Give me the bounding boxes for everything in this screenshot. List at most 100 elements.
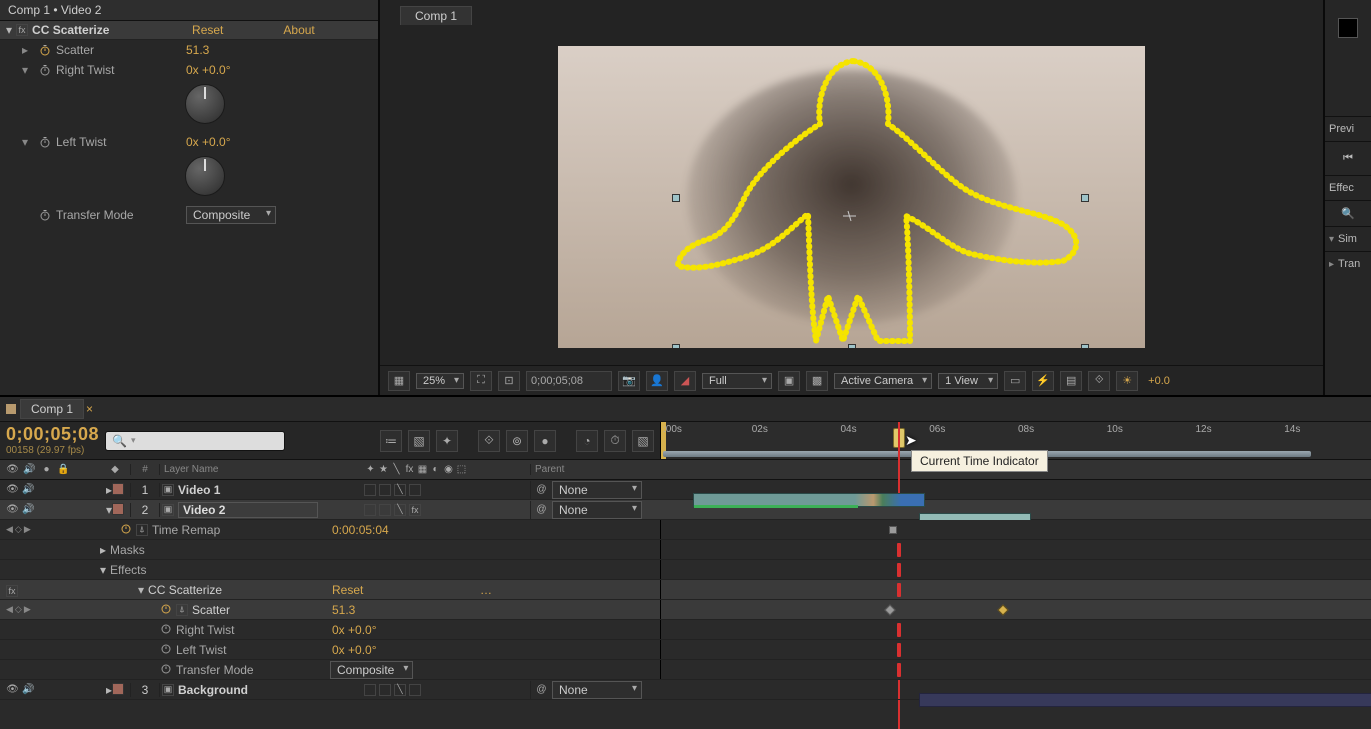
- roi-icon[interactable]: ▣: [778, 371, 800, 391]
- timeline-icon[interactable]: ▤: [1060, 371, 1082, 391]
- layer-duration-bar[interactable]: [693, 493, 925, 507]
- solo-toggle[interactable]: [38, 503, 51, 516]
- twirl-closed-icon[interactable]: ▸: [22, 43, 34, 57]
- layer-row-3[interactable]: 👁 🔊 ▸ 3 ▣Background ╲ @ None: [0, 680, 1371, 700]
- masks-row[interactable]: ▸ Masks: [0, 540, 1371, 560]
- parent-dropdown[interactable]: None: [552, 681, 642, 699]
- label-column-icon[interactable]: ◆: [109, 463, 122, 476]
- left-twist-prop-row[interactable]: Left Twist 0x +0.0°: [0, 640, 1371, 660]
- fx-enabled-icon[interactable]: fx: [6, 585, 18, 597]
- number-column-header[interactable]: #: [130, 464, 160, 475]
- effect-name[interactable]: CC Scatterize: [32, 23, 192, 37]
- twirl-open-icon[interactable]: ▾: [22, 63, 34, 77]
- auto-keyframe-icon[interactable]: ◔: [576, 430, 598, 452]
- zoom-dropdown[interactable]: 25%: [416, 373, 464, 389]
- draft-3d-icon[interactable]: ▧: [408, 430, 430, 452]
- comp-mini-flowchart-icon[interactable]: ≔: [380, 430, 402, 452]
- next-keyframe-icon[interactable]: ▶: [24, 524, 31, 535]
- scatter-value[interactable]: 51.3: [186, 43, 209, 57]
- exposure-value[interactable]: +0.0: [1144, 374, 1174, 388]
- safe-zones-icon[interactable]: ⊡: [498, 371, 520, 391]
- cc-reset-link[interactable]: Reset: [332, 583, 363, 597]
- layer-row-2[interactable]: 👁 🔊 ▾ 2 ▣ ╲ fx @ None: [0, 500, 1371, 520]
- lock-toggle[interactable]: [54, 483, 67, 496]
- resolution-dropdown[interactable]: Full: [702, 373, 772, 389]
- fx-toggle-icon[interactable]: fx: [16, 24, 28, 36]
- solo-toggle[interactable]: [38, 483, 51, 496]
- current-time-indicator-head[interactable]: [893, 428, 905, 448]
- layer-handle[interactable]: [1081, 344, 1089, 348]
- stopwatch-time-remap-icon[interactable]: [120, 522, 132, 537]
- time-remap-keyframe[interactable]: [889, 526, 897, 534]
- transfer-mode-prop-row[interactable]: Transfer Mode Composite: [0, 660, 1371, 680]
- layer-handle[interactable]: [672, 344, 680, 348]
- stopwatch-icon-left-twist[interactable]: [38, 135, 52, 149]
- snapshot-icon[interactable]: 📷: [618, 371, 640, 391]
- add-keyframe-icon[interactable]: ◇: [15, 604, 22, 615]
- fast-previews-icon[interactable]: ⚡: [1032, 371, 1054, 391]
- prev-keyframe-icon[interactable]: ◀: [6, 604, 13, 615]
- color-swatch[interactable]: [1338, 18, 1358, 38]
- pickwhip-icon[interactable]: @: [535, 483, 548, 496]
- transfer-mode-timeline-dropdown[interactable]: Composite: [330, 661, 413, 679]
- collapse-switch[interactable]: [379, 684, 391, 696]
- scatter-prop-value[interactable]: 51.3: [332, 603, 355, 617]
- graph-icon[interactable]: ⍋: [136, 524, 148, 536]
- flowchart-icon[interactable]: ⟐: [1088, 371, 1110, 391]
- stopwatch-all-icon[interactable]: ⏱: [604, 430, 626, 452]
- pickwhip-icon[interactable]: @: [535, 503, 548, 516]
- layer-name[interactable]: Video 1: [178, 483, 220, 497]
- transition-folder[interactable]: ▸Tran: [1325, 251, 1371, 276]
- time-remap-row[interactable]: ◀◇▶ ⍋ Time Remap 0:00:05:04: [0, 520, 1371, 540]
- frame-blend-button[interactable]: ⟐: [478, 430, 500, 452]
- pixel-aspect-icon[interactable]: ▭: [1004, 371, 1026, 391]
- twirl-icon[interactable]: ▸: [100, 543, 106, 557]
- effects-row[interactable]: ▾ Effects: [0, 560, 1371, 580]
- scatter-prop-row[interactable]: ◀◇▶ ⍋ Scatter 51.3: [0, 600, 1371, 620]
- video-column-icon[interactable]: 👁: [6, 463, 19, 476]
- stopwatch-icon-right-twist[interactable]: [38, 63, 52, 77]
- cc-more-link[interactable]: …: [480, 583, 492, 597]
- right-twist-value[interactable]: 0x +0.0°: [186, 63, 231, 77]
- graph-editor-button[interactable]: ▧: [632, 430, 654, 452]
- tab-close-icon[interactable]: ×: [86, 402, 93, 416]
- parent-dropdown[interactable]: None: [552, 501, 642, 519]
- twirl-icon[interactable]: ▾: [100, 563, 106, 577]
- prev-keyframe-icon[interactable]: ◀: [6, 524, 13, 535]
- scatter-keyframe-1[interactable]: [884, 604, 895, 615]
- parent-column-header[interactable]: Parent: [530, 464, 690, 475]
- motion-blur-button[interactable]: ⊚: [506, 430, 528, 452]
- effect-about-link[interactable]: About: [283, 23, 314, 37]
- reset-exposure-icon[interactable]: ☀: [1116, 371, 1138, 391]
- stopwatch-tm-icon[interactable]: [160, 662, 172, 677]
- eye-icon[interactable]: 👁: [6, 483, 19, 496]
- layer-name[interactable]: Background: [178, 683, 248, 697]
- cc-scatterize-label[interactable]: CC Scatterize: [148, 583, 222, 597]
- fx-switch[interactable]: fx: [409, 504, 421, 516]
- pickwhip-icon[interactable]: @: [535, 683, 548, 696]
- label-color[interactable]: [112, 503, 124, 515]
- effects-search-icon[interactable]: 🔍: [1325, 200, 1371, 226]
- stopwatch-lt-icon[interactable]: [160, 642, 172, 657]
- magnification-grid-icon[interactable]: ▦: [388, 371, 410, 391]
- simulation-folder[interactable]: ▾Sim: [1325, 226, 1371, 251]
- graph-icon[interactable]: ⍋: [176, 604, 188, 616]
- next-keyframe-icon[interactable]: ▶: [24, 604, 31, 615]
- composition-preview[interactable]: [558, 46, 1145, 348]
- stopwatch-icon-scatter[interactable]: [38, 43, 52, 57]
- layer-row-1[interactable]: 👁 🔊 ▸ 1 ▣Video 1 ╲ @ None: [0, 480, 1371, 500]
- viewer-tab[interactable]: Comp 1: [400, 6, 472, 25]
- collapse-switch[interactable]: [379, 504, 391, 516]
- quality-switch[interactable]: ╲: [394, 684, 406, 696]
- parent-dropdown[interactable]: None: [552, 481, 642, 499]
- viewer-timecode[interactable]: 0;00;05;08: [526, 371, 612, 391]
- channels-icon[interactable]: ◢: [674, 371, 696, 391]
- timeline-tab[interactable]: Comp 1: [20, 399, 84, 419]
- stopwatch-icon-transfer[interactable]: [38, 208, 52, 222]
- resolution-full-icon[interactable]: ⛶: [470, 371, 492, 391]
- transfer-mode-dropdown[interactable]: Composite: [186, 206, 276, 224]
- add-keyframe-icon[interactable]: ◇: [15, 524, 22, 535]
- fx-switch[interactable]: [409, 484, 421, 496]
- lock-toggle[interactable]: [54, 683, 67, 696]
- transparency-grid-icon[interactable]: ▩: [806, 371, 828, 391]
